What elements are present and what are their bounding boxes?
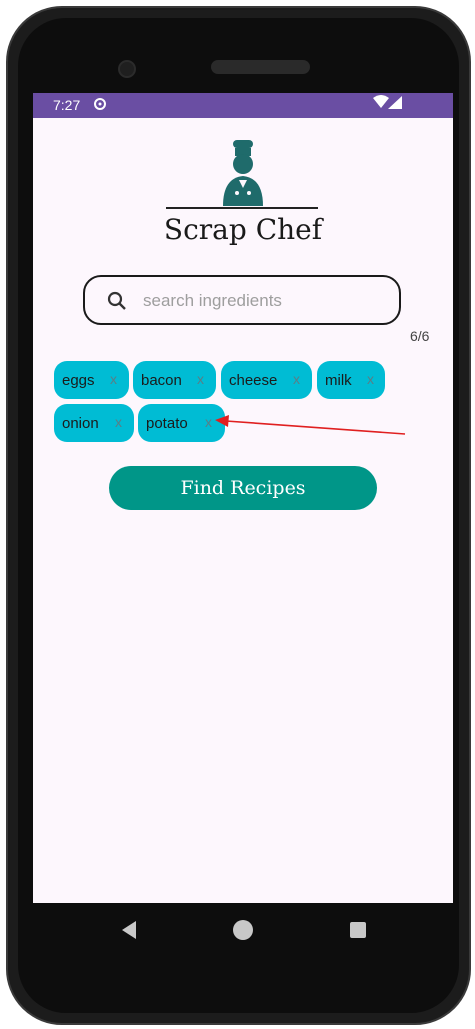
signal-icon [388,96,402,112]
ingredient-counter: 6/6 [410,328,430,344]
status-time: 7:27 [53,97,81,113]
app-title: Scrap Chef [163,213,323,246]
chip-remove-button[interactable]: x [367,371,374,387]
chip-remove-button[interactable]: x [205,414,212,430]
ingredient-chip: eggs x [54,361,129,399]
chip-label: bacon [141,371,182,389]
status-bar: 7:27 [33,93,453,118]
navigation-bar [33,903,453,958]
ingredient-chip: cheese x [221,361,312,399]
ingredient-chip: potato x [138,404,225,442]
search-box[interactable] [83,275,401,325]
chip-label: cheese [229,371,278,389]
chip-label: potato [146,414,188,432]
ingredient-chip: bacon x [133,361,216,399]
recents-icon[interactable] [350,922,366,938]
search-icon [107,291,127,311]
chip-remove-button[interactable]: x [197,371,204,387]
chip-label: eggs [62,371,95,389]
chip-remove-button[interactable]: x [293,371,300,387]
ingredient-chip: onion x [54,404,134,442]
chip-label: onion [62,414,99,432]
back-icon[interactable] [120,920,138,945]
search-input[interactable] [141,285,385,317]
ingredient-chip: milk x [317,361,385,399]
sync-icon [93,97,107,114]
chip-remove-button[interactable]: x [115,414,122,430]
logo-divider [166,207,318,209]
app-screen: 7:27 Scrap Chef search ingredients 6/6 e… [33,93,453,903]
home-icon[interactable] [233,920,253,940]
chef-icon [209,138,279,208]
wifi-icon [373,95,389,112]
chip-label: milk [325,371,352,389]
chip-remove-button[interactable]: x [110,371,117,387]
earpiece-speaker [211,60,310,74]
front-camera [118,60,136,78]
find-recipes-button[interactable]: Find Recipes [109,466,377,510]
